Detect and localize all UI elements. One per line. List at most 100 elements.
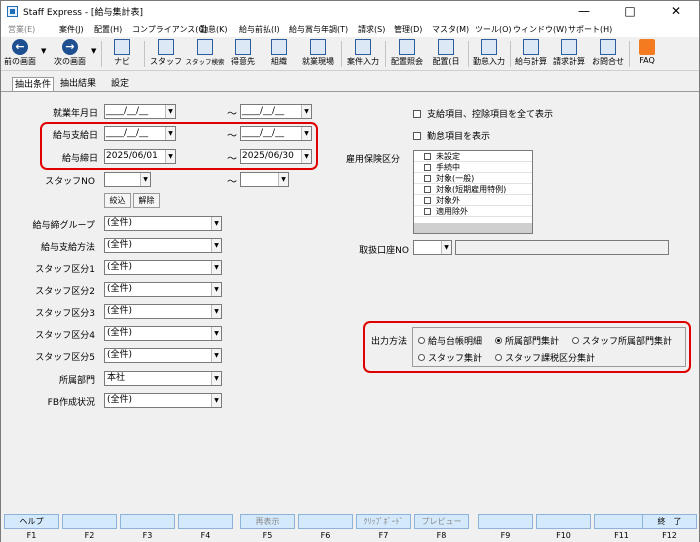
back-dropdown-icon[interactable]: ▼ (41, 47, 46, 55)
f12-exit-button[interactable]: 終 了 (642, 514, 697, 529)
case-input-button[interactable]: 案件入力 (345, 39, 381, 69)
f8-key-label: F8 (436, 531, 447, 540)
menu-kintai[interactable]: 勤怠(K) (200, 24, 228, 35)
close-window-button[interactable]: ✕ (653, 1, 699, 23)
f3-key-label: F3 (142, 531, 153, 540)
assignment-inquiry-label: 配置照会 (391, 57, 423, 66)
account-no-select[interactable]: ▼ (413, 240, 452, 255)
menu-master[interactable]: マスタ(M) (432, 24, 469, 35)
daily-assignment-button[interactable]: 配置(日 (428, 39, 464, 69)
maximize-button[interactable]: □ (607, 1, 653, 23)
radio-ledger-detail[interactable]: 給与台帳明細 (418, 334, 482, 347)
tab-extract-results[interactable]: 抽出結果 (58, 77, 99, 91)
f1-help-button[interactable]: ヘルプ (4, 514, 59, 529)
staff-cat4-select[interactable]: (全件) ▼ (104, 326, 222, 341)
staff-no-label: スタッフNO (45, 177, 95, 187)
payroll-calc-icon (523, 39, 539, 55)
payroll-calc-button[interactable]: 給与計算 (513, 39, 549, 69)
menu-bar: 営業(E) 案件(J) 配置(H) コンプライアンス(C) 勤怠(K) 給与前払… (1, 23, 699, 37)
forward-button[interactable]: → 次の画面 (51, 39, 89, 69)
menu-kanri[interactable]: 管理(D) (394, 24, 422, 35)
hoken-item-exempt[interactable]: 適用除外 (414, 207, 532, 217)
forward-dropdown-icon[interactable]: ▼ (91, 47, 96, 55)
f3-button[interactable] (120, 514, 175, 529)
group-select[interactable]: (全件) ▼ (104, 216, 222, 231)
assignment-inquiry-icon (399, 39, 415, 55)
staff-cat5-select[interactable]: (全件) ▼ (104, 348, 222, 363)
hoken-item-excluded[interactable]: 対象外 (414, 196, 532, 206)
toolbar-separator (629, 41, 630, 67)
show-all-items-checkbox[interactable]: 支給項目、控除項目を全て表示 (413, 107, 553, 120)
f2-button[interactable] (62, 514, 117, 529)
chevron-down-icon: ▼ (441, 241, 451, 254)
radio-staff-dept-summary[interactable]: スタッフ所属部門集計 (572, 334, 672, 347)
menu-support[interactable]: サポート(H) (568, 24, 612, 35)
hoken-item-general[interactable]: 対象(一般) (414, 174, 532, 184)
staff-cat3-select[interactable]: (全件) ▼ (104, 304, 222, 319)
menu-eigyo[interactable]: 営業(E) (8, 24, 35, 35)
workplace-button[interactable]: 就業現場 (300, 39, 336, 69)
billing-calc-icon (561, 39, 577, 55)
assignment-inquiry-button[interactable]: 配置照会 (389, 39, 425, 69)
hoken-item-unset[interactable]: 未設定 (414, 152, 532, 162)
menu-compliance[interactable]: コンプライアンス(C) (132, 24, 207, 35)
staff-button[interactable]: スタッフ (149, 39, 183, 69)
staff-cat2-label: スタッフ区分2 (35, 287, 95, 297)
clear-button[interactable]: 解除 (133, 193, 160, 208)
f5-refresh-button[interactable]: 再表示 (240, 514, 295, 529)
minimize-button[interactable]: — (561, 1, 607, 23)
radio-dept-summary[interactable]: 所属部門集計 (495, 334, 559, 347)
hoken-item-shortterm[interactable]: 対象(短期雇用特例) (414, 185, 532, 195)
f6-button[interactable] (298, 514, 353, 529)
filter-button[interactable]: 絞込 (104, 193, 131, 208)
f11-button[interactable] (594, 514, 649, 529)
department-select[interactable]: 本社 ▼ (104, 371, 222, 386)
work-date-to[interactable]: ____/__/__ ▼ (240, 104, 312, 119)
staff-search-button[interactable]: スタッフ検索 (184, 39, 226, 69)
f2-key-label: F2 (84, 531, 95, 540)
navi-icon (114, 39, 130, 55)
organization-button[interactable]: 組織 (265, 39, 293, 69)
staff-cat1-select[interactable]: (全件) ▼ (104, 260, 222, 275)
f4-button[interactable] (178, 514, 233, 529)
f10-button[interactable] (536, 514, 591, 529)
hoken-item-inprogress[interactable]: 手続中 (414, 163, 532, 173)
menu-window[interactable]: ウィンドウ(W) (513, 24, 567, 35)
function-key-bar: ヘルプ 再表示 ｸﾘｯﾌﾟﾎﾞｰﾄﾞ プレビュー 終 了 F1 F2 F3 F4… (1, 512, 699, 542)
toolbar-separator (341, 41, 342, 67)
app-icon (7, 6, 18, 17)
f7-key-label: F7 (378, 531, 389, 540)
f9-button[interactable] (478, 514, 533, 529)
radio-staff-tax-summary[interactable]: スタッフ課税区分集計 (495, 351, 595, 364)
radio-staff-summary[interactable]: スタッフ集計 (418, 351, 482, 364)
staff-no-from[interactable]: ▼ (104, 172, 151, 187)
faq-button[interactable]: FAQ (633, 39, 661, 69)
billing-calc-label: 請求計算 (553, 57, 585, 66)
menu-maebarai[interactable]: 給与前払(I) (239, 24, 280, 35)
client-button[interactable]: 得意先 (227, 39, 259, 69)
menu-seikyu[interactable]: 請求(S) (358, 24, 385, 35)
chevron-down-icon: ▼ (211, 217, 221, 230)
show-attendance-items-checkbox[interactable]: 勤怠項目を表示 (413, 129, 490, 142)
fb-status-select[interactable]: (全件) ▼ (104, 393, 222, 408)
menu-haichi[interactable]: 配置(H) (94, 24, 122, 35)
menu-kyuyo[interactable]: 給与賞与年調(T) (289, 24, 348, 35)
back-button[interactable]: ← 前の画面 (3, 39, 37, 69)
menu-tool[interactable]: ツール(O) (475, 24, 512, 35)
menu-anken[interactable]: 案件(J) (59, 24, 84, 35)
billing-calc-button[interactable]: 請求計算 (551, 39, 587, 69)
f6-key-label: F6 (320, 531, 331, 540)
staff-cat2-select[interactable]: (全件) ▼ (104, 282, 222, 297)
f8-preview-button[interactable]: プレビュー (414, 514, 469, 529)
pay-method-select[interactable]: (全件) ▼ (104, 238, 222, 253)
work-date-from[interactable]: ____/__/__ ▼ (104, 104, 176, 119)
tab-extract-conditions[interactable]: 抽出条件 (12, 77, 55, 91)
staff-no-to[interactable]: ▼ (240, 172, 289, 187)
hoken-list-filler (414, 223, 532, 233)
f7-clipboard-button[interactable]: ｸﾘｯﾌﾟﾎﾞｰﾄﾞ (356, 514, 411, 529)
tab-settings[interactable]: 設定 (109, 77, 132, 91)
payroll-calc-label: 給与計算 (515, 57, 547, 66)
inquiry-button[interactable]: お問合せ (589, 39, 627, 69)
navi-button[interactable]: ナビ (107, 39, 137, 69)
attendance-input-button[interactable]: 勤怠入力 (471, 39, 507, 69)
